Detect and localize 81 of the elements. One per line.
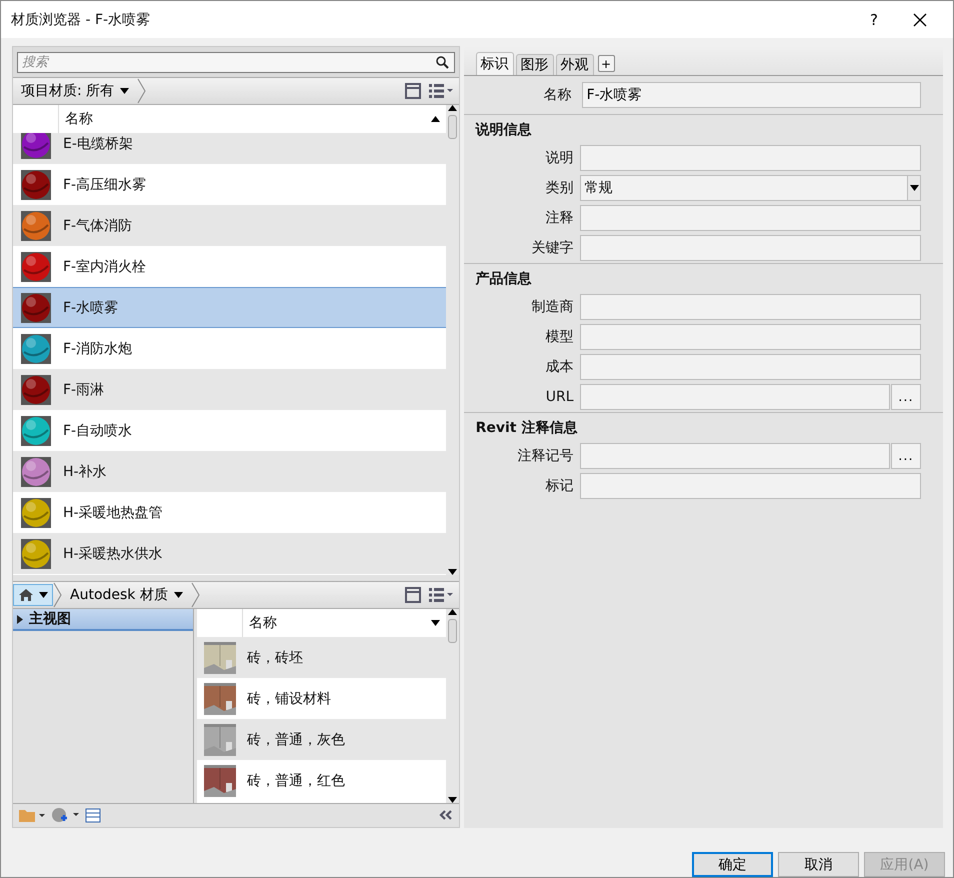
tree-item[interactable]: 主视图 [13,609,193,631]
section-title: Revit 注释信息 [476,419,578,438]
field-label: 说明 [544,149,574,167]
material-list-item[interactable]: F-水喷雾 [13,287,446,328]
text-field[interactable] [580,294,921,320]
browse-button[interactable]: ... [891,384,921,410]
scroll-thumb[interactable] [448,115,457,139]
field-label: 关键字 [530,239,574,257]
name-field[interactable]: F-水喷雾 [582,82,921,108]
column-header[interactable]: 名称 [59,105,446,133]
caret-icon [39,592,48,598]
collapse-icon[interactable] [438,810,453,820]
search-icon [436,56,449,69]
library-list-item[interactable]: 砖，砖坯 [197,637,446,678]
folder-icon[interactable] [19,808,45,822]
field-label: 成本 [544,358,574,376]
material-sphere-icon [21,538,51,568]
add-material-icon[interactable] [51,807,79,823]
caret-icon [174,592,183,598]
text-field[interactable] [580,145,921,171]
material-sphere-icon [21,498,51,528]
breadcrumb-chevron-icon [190,582,200,608]
tab[interactable]: 图形 [516,54,554,75]
material-sphere-icon [21,374,51,404]
material-sphere-icon [21,292,51,322]
field-label: URL [544,389,574,405]
field-label: 类别 [544,179,574,197]
material-list-item[interactable]: H-采暖热水供水 [13,533,446,574]
text-field[interactable] [580,473,921,499]
material-sphere-icon [21,456,51,486]
close-icon [913,12,927,26]
dialog-button[interactable]: 取消 [778,852,859,877]
breadcrumb-chevron-icon [53,582,62,608]
tab[interactable]: 标识 [476,52,514,75]
material-sphere-icon [21,210,51,240]
material-sphere-icon [21,334,51,364]
caret-icon [910,185,918,191]
panel-icon[interactable] [85,808,101,822]
panel-view-icon[interactable] [404,587,421,603]
panel-view-icon[interactable] [404,83,421,99]
section-title: 说明信息 [476,121,533,140]
list-view-icon[interactable] [428,84,453,98]
scroll-thumb[interactable] [448,619,457,643]
add-tab-button[interactable]: + [598,55,615,72]
column-header[interactable]: 名称 [243,609,446,637]
text-field[interactable] [580,443,890,469]
field-label: 注释记号 [516,447,574,465]
list-view-icon[interactable] [428,588,453,602]
dialog-button[interactable]: 确定 [692,852,773,877]
breadcrumb-chevron-icon [137,78,146,104]
home-button[interactable] [13,584,53,606]
material-list-item[interactable]: E-电缆桥架 [13,133,446,164]
category-dropdown[interactable]: 常规 [580,175,921,201]
search-field[interactable]: 搜索 [17,52,455,73]
browse-button[interactable]: ... [891,443,921,469]
window-title: 材质浏览器 - F-水喷雾 [11,10,152,28]
field-label: 制造商 [530,298,574,316]
tree-label: 主视图 [29,610,71,628]
caret-icon [120,88,130,94]
home-icon [18,588,34,602]
tab[interactable]: 外观 [556,54,594,75]
help-button[interactable]: ? [851,4,897,36]
field-label: 标记 [544,477,574,495]
field-label: 名称 [542,86,572,104]
section-title: 产品信息 [476,270,533,289]
expander-icon[interactable] [17,614,23,624]
library-list-item[interactable]: 砖，普通，灰色 [197,719,446,760]
text-field[interactable] [580,235,921,261]
text-field[interactable] [580,205,921,231]
material-list-item[interactable]: F-雨淋 [13,369,446,410]
scroll-down-icon [448,569,457,575]
material-list-item[interactable]: H-补水 [13,451,446,492]
material-list-item[interactable]: F-气体消防 [13,205,446,246]
text-field[interactable] [580,354,921,380]
material-sphere-icon [21,416,51,446]
text-field[interactable] [580,324,921,350]
text-field[interactable] [580,384,890,410]
material-sphere-icon [21,252,51,282]
field-label: 注释 [544,209,574,227]
material-sphere-icon [21,170,51,200]
field-label: 模型 [544,328,574,346]
